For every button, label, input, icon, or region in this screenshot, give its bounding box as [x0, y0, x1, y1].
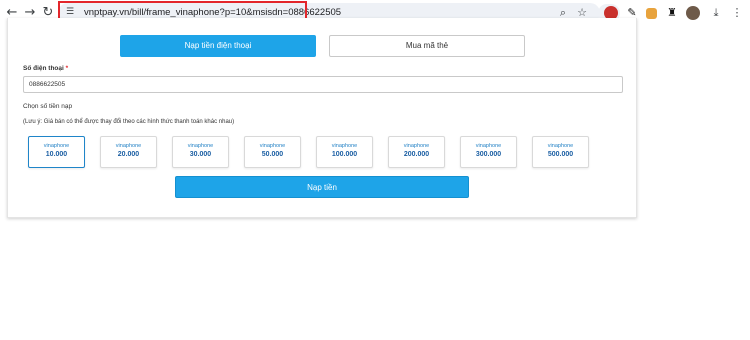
denomination-value: 30.000	[189, 151, 212, 158]
extension-yellow-icon[interactable]	[646, 8, 657, 19]
denomination-10000[interactable]: vinaphone 10.000	[28, 136, 85, 168]
amount-label: Chọn số tiền nạp	[23, 103, 73, 110]
denomination-30000[interactable]: vinaphone 30.000	[172, 136, 229, 168]
denomination-200000[interactable]: vinaphone 200.000	[388, 136, 445, 168]
phone-label: Số điện thoại *	[23, 65, 68, 72]
extension-avatar-icon[interactable]	[686, 6, 700, 20]
denomination-value: 200.000	[403, 151, 430, 158]
price-note: (Lưu ý: Giá bán có thể được thay đổi the…	[23, 119, 235, 125]
denomination-500000[interactable]: vinaphone 500.000	[532, 136, 589, 168]
denomination-100000[interactable]: vinaphone 100.000	[316, 136, 373, 168]
denomination-brand: vinaphone	[403, 143, 430, 149]
denomination-brand: vinaphone	[547, 143, 574, 149]
denomination-value: 500.000	[547, 151, 574, 158]
denomination-value: 50.000	[261, 151, 284, 158]
tab-phone-topup[interactable]: Nạp tiền điện thoại	[120, 35, 316, 57]
topup-card: Nạp tiền điện thoại Mua mã thẻ Số điện t…	[7, 18, 637, 218]
denomination-value: 10.000	[45, 151, 68, 158]
denomination-brand: vinaphone	[187, 143, 214, 149]
phone-input[interactable]: 0886622505	[23, 76, 623, 93]
lock-extension-icon[interactable]: ♜	[665, 6, 679, 20]
topup-submit-button[interactable]: Nạp tiền	[175, 176, 469, 198]
denomination-value: 300.000	[475, 151, 502, 158]
download-icon[interactable]: ⤓	[709, 6, 723, 20]
denomination-50000[interactable]: vinaphone 50.000	[244, 136, 301, 168]
denomination-brand: vinaphone	[259, 143, 286, 149]
denomination-brand: vinaphone	[331, 143, 358, 149]
denomination-brand: vinaphone	[115, 143, 142, 149]
tab-buy-card-code[interactable]: Mua mã thẻ	[329, 35, 525, 57]
denomination-20000[interactable]: vinaphone 20.000	[100, 136, 157, 168]
denomination-value: 100.000	[331, 151, 358, 158]
denomination-brand: vinaphone	[43, 143, 70, 149]
required-mark: *	[65, 65, 69, 72]
denomination-value: 20.000	[117, 151, 140, 158]
denomination-brand: vinaphone	[475, 143, 502, 149]
denomination-300000[interactable]: vinaphone 300.000	[460, 136, 517, 168]
phone-label-text: Số điện thoại	[23, 65, 64, 72]
more-vert-icon[interactable]: ⋮	[730, 6, 744, 20]
